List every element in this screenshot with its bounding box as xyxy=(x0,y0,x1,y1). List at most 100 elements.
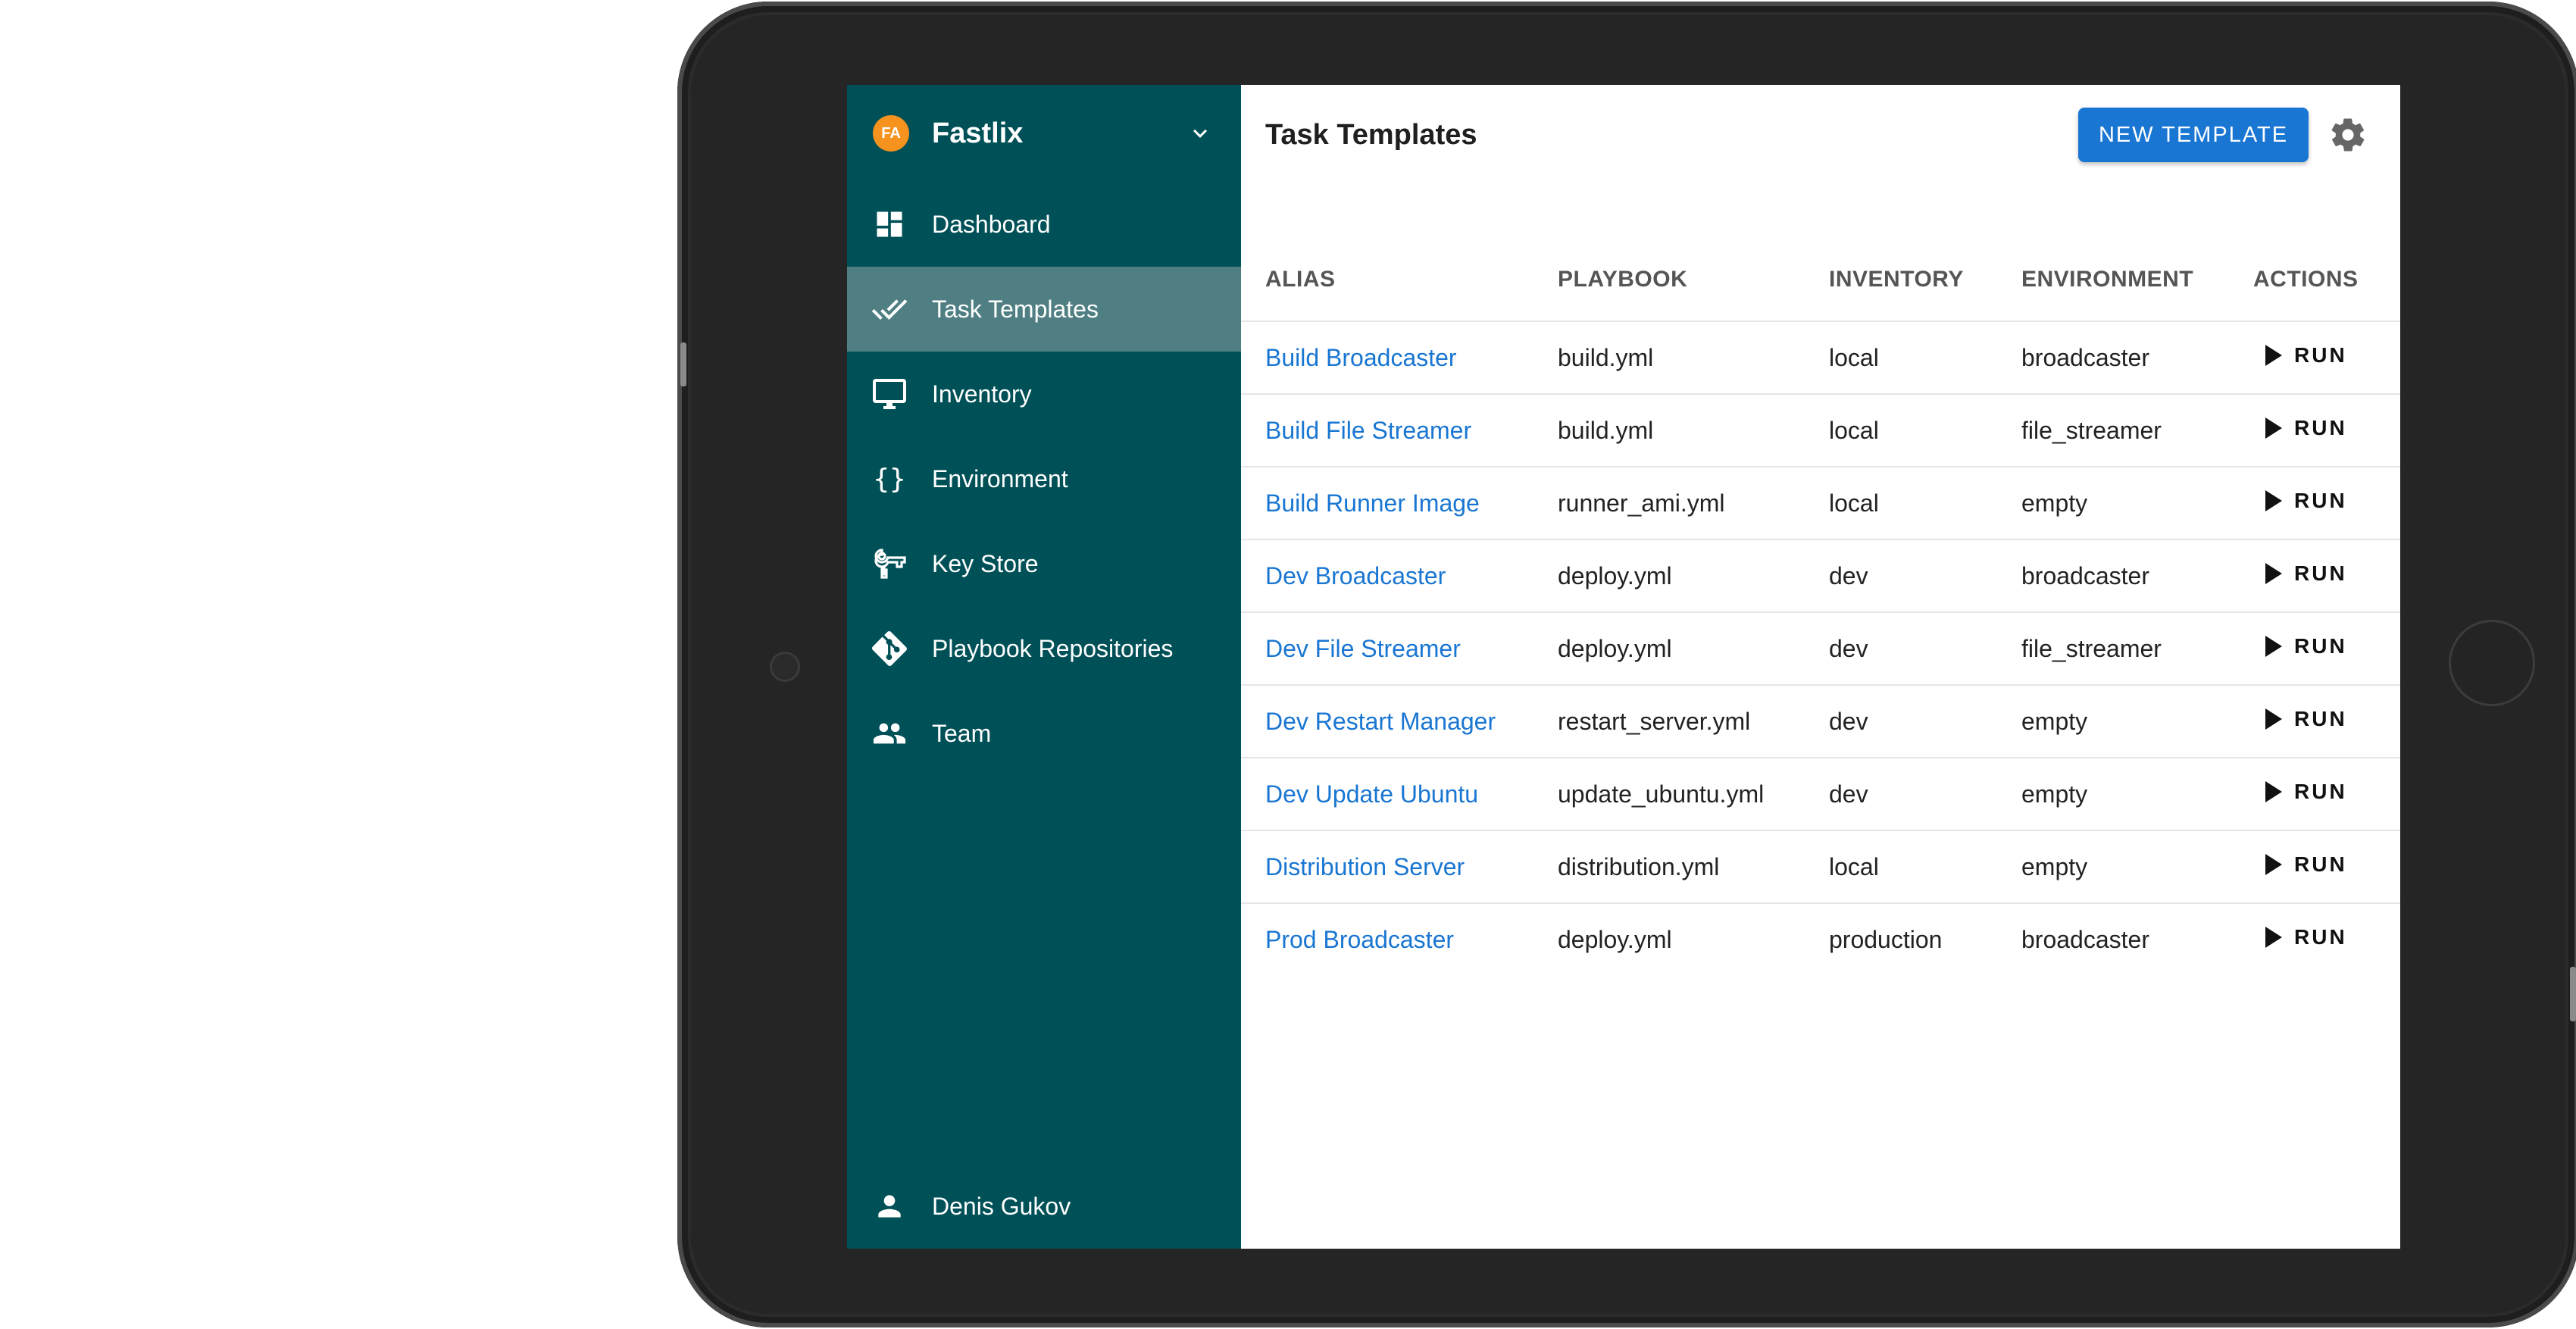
run-button[interactable]: RUN xyxy=(2253,852,2347,877)
table-row: Prod Broadcaster deploy.yml production b… xyxy=(1241,903,2400,975)
sidebar-item-team[interactable]: Team xyxy=(847,691,1241,776)
play-icon xyxy=(2265,708,2282,730)
table-row: Build Runner Image runner_ami.yml local … xyxy=(1241,467,2400,540)
table-row: Distribution Server distribution.yml loc… xyxy=(1241,830,2400,904)
column-header-playbook[interactable]: PLAYBOOK xyxy=(1558,239,1829,322)
key-icon xyxy=(871,546,908,582)
monitor-icon xyxy=(871,376,908,412)
column-header-alias[interactable]: ALIAS xyxy=(1241,239,1558,322)
table-header-row: ALIAS PLAYBOOK INVENTORY ENVIRONMENT ACT… xyxy=(1241,239,2400,322)
sidebar-item-label: Environment xyxy=(932,465,1068,493)
column-header-actions: ACTIONS xyxy=(2253,239,2400,322)
volume-button xyxy=(680,342,686,386)
sidebar-item-environment[interactable]: {} Environment xyxy=(847,436,1241,521)
template-alias-link[interactable]: Build Runner Image xyxy=(1265,489,1480,517)
sidebar: FA Fastlix Dashboard Task Templates Inve… xyxy=(847,85,1241,1249)
template-alias-link[interactable]: Dev Broadcaster xyxy=(1265,562,1446,589)
sidebar-item-key-store[interactable]: Key Store xyxy=(847,521,1241,606)
inventory-cell: production xyxy=(1829,925,1943,953)
run-label: RUN xyxy=(2294,634,2347,658)
sidebar-item-dashboard[interactable]: Dashboard xyxy=(847,182,1241,267)
play-icon xyxy=(2265,563,2282,584)
run-button[interactable]: RUN xyxy=(2253,707,2347,731)
template-alias-link[interactable]: Dev Update Ubuntu xyxy=(1265,780,1478,808)
sidebar-item-label: Key Store xyxy=(932,550,1039,577)
run-label: RUN xyxy=(2294,489,2347,512)
environment-cell: broadcaster xyxy=(2021,539,2253,613)
table-row: Dev File Streamer deploy.yml dev file_st… xyxy=(1241,612,2400,686)
project-avatar: FA xyxy=(873,115,909,152)
run-label: RUN xyxy=(2294,780,2347,803)
table-row: Dev Update Ubuntu update_ubuntu.yml dev … xyxy=(1241,758,2400,831)
playbook-cell: build.yml xyxy=(1558,321,1829,395)
person-icon xyxy=(871,1188,908,1224)
play-icon xyxy=(2265,781,2282,802)
sidebar-item-inventory[interactable]: Inventory xyxy=(847,352,1241,436)
chevron-down-icon xyxy=(1193,129,1207,138)
front-camera xyxy=(770,652,800,682)
environment-cell: empty xyxy=(2021,467,2253,540)
playbook-cell: runner_ami.yml xyxy=(1558,467,1829,540)
double-check-icon xyxy=(871,291,908,327)
playbook-cell: deploy.yml xyxy=(1558,539,1829,613)
team-icon xyxy=(871,715,908,752)
environment-cell: empty xyxy=(2021,758,2253,831)
power-button xyxy=(2570,967,2576,1021)
sidebar-item-label: Inventory xyxy=(932,380,1032,408)
run-button[interactable]: RUN xyxy=(2253,561,2347,586)
play-icon xyxy=(2265,927,2282,948)
playbook-cell: deploy.yml xyxy=(1558,612,1829,686)
sidebar-item-label: Team xyxy=(932,720,992,747)
environment-cell: broadcaster xyxy=(2021,925,2149,953)
play-icon xyxy=(2265,854,2282,875)
page-title: Task Templates xyxy=(1265,119,1477,151)
run-button[interactable]: RUN xyxy=(2253,634,2347,658)
play-icon xyxy=(2265,345,2282,366)
template-alias-link[interactable]: Dev Restart Manager xyxy=(1265,708,1496,735)
run-button[interactable]: RUN xyxy=(2253,416,2347,440)
playbook-cell: build.yml xyxy=(1558,394,1829,467)
sidebar-item-label: Dashboard xyxy=(932,211,1051,238)
environment-cell: file_streamer xyxy=(2021,612,2253,686)
project-switcher[interactable]: FA Fastlix xyxy=(847,85,1241,168)
inventory-cell: local xyxy=(1829,467,2021,540)
playbook-cell: restart_server.yml xyxy=(1558,685,1829,758)
environment-cell: empty xyxy=(2021,830,2253,904)
inventory-cell: local xyxy=(1829,394,2021,467)
template-alias-link[interactable]: Build Broadcaster xyxy=(1265,344,1457,371)
user-name: Denis Gukov xyxy=(932,1193,1071,1220)
braces-icon: {} xyxy=(873,463,906,495)
templates-table: ALIAS PLAYBOOK INVENTORY ENVIRONMENT ACT… xyxy=(1241,239,2400,975)
table-row: Dev Restart Manager restart_server.yml d… xyxy=(1241,685,2400,758)
main-content: Task Templates NEW TEMPLATE ALIAS PLAYBO… xyxy=(1241,85,2400,1249)
playbook-cell: deploy.yml xyxy=(1558,925,1672,953)
user-menu[interactable]: Denis Gukov xyxy=(847,1164,1241,1249)
sidebar-item-playbook-repositories[interactable]: Playbook Repositories xyxy=(847,606,1241,691)
run-button[interactable]: RUN xyxy=(2253,780,2347,804)
run-button[interactable]: RUN xyxy=(2253,343,2347,367)
table-row: Dev Broadcaster deploy.yml dev broadcast… xyxy=(1241,539,2400,613)
template-alias-link[interactable]: Build File Streamer xyxy=(1265,417,1471,444)
run-label: RUN xyxy=(2294,852,2347,876)
inventory-cell: local xyxy=(1829,321,2021,395)
new-template-button[interactable]: NEW TEMPLATE xyxy=(2078,108,2309,162)
play-icon xyxy=(2265,490,2282,511)
template-alias-link[interactable]: Dev File Streamer xyxy=(1265,635,1461,662)
run-button[interactable]: RUN xyxy=(2253,925,2347,949)
gear-icon[interactable] xyxy=(2328,115,2368,155)
run-label: RUN xyxy=(2294,707,2347,730)
run-button[interactable]: RUN xyxy=(2253,489,2347,513)
template-alias-link[interactable]: Distribution Server xyxy=(1265,853,1465,880)
dashboard-icon xyxy=(871,206,908,242)
environment-cell: broadcaster xyxy=(2021,321,2253,395)
playbook-cell: update_ubuntu.yml xyxy=(1558,758,1829,831)
column-header-inventory[interactable]: INVENTORY xyxy=(1829,239,2021,322)
play-icon xyxy=(2265,417,2282,439)
template-alias-link[interactable]: Prod Broadcaster xyxy=(1265,926,1454,953)
play-icon xyxy=(2265,636,2282,657)
column-header-environment[interactable]: ENVIRONMENT xyxy=(2021,239,2253,322)
inventory-cell: dev xyxy=(1829,539,2021,613)
environment-cell: file_streamer xyxy=(2021,394,2253,467)
sidebar-item-task-templates[interactable]: Task Templates xyxy=(847,267,1241,352)
home-button[interactable] xyxy=(2449,620,2535,706)
